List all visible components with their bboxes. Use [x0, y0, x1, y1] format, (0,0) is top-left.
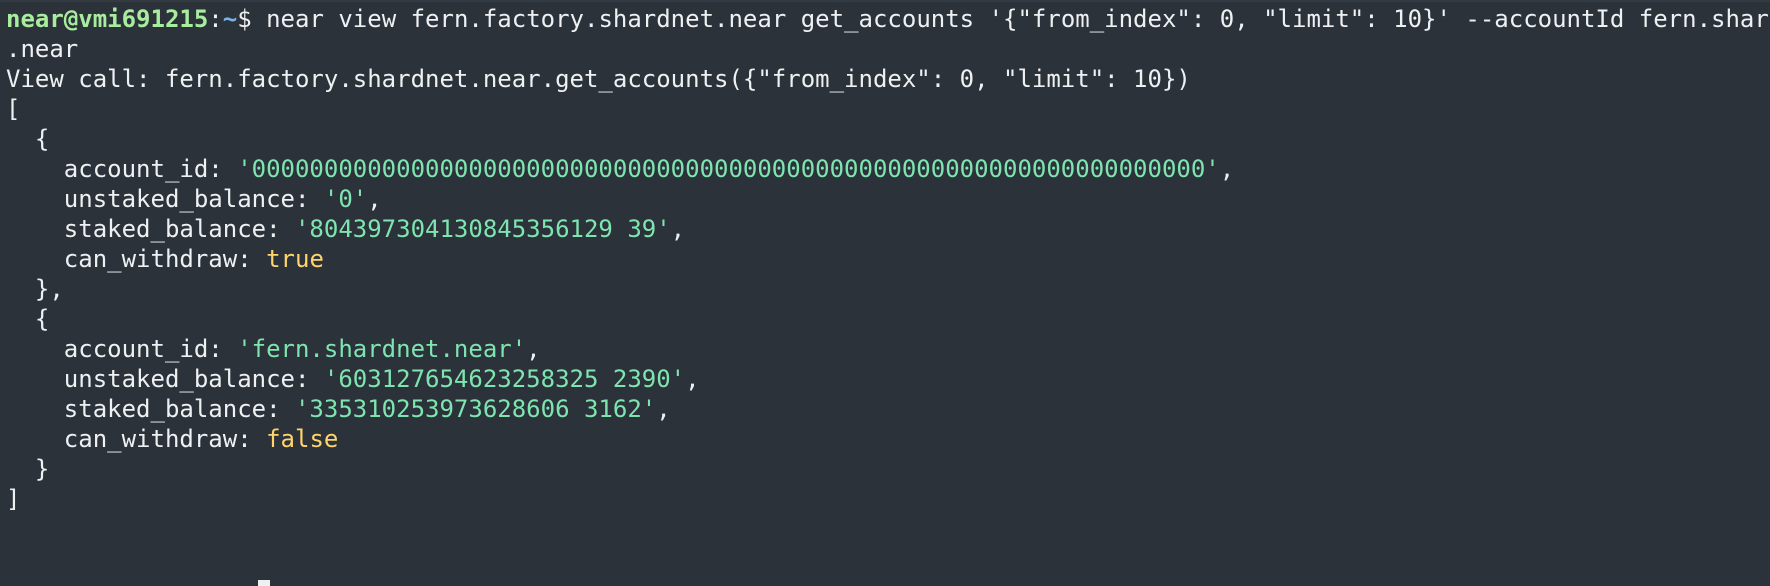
unstaked-balance-key: unstaked_balance: — [6, 365, 324, 393]
prompt-path: ~ — [222, 5, 238, 33]
prompt-user-host: near@vmi691215 — [6, 5, 209, 33]
comma: , — [670, 215, 686, 243]
staked-balance-key: staked_balance: — [6, 215, 295, 243]
staked-balance-line: staked_balance: '335310253973628606 3162… — [6, 392, 671, 426]
account-close-brace: } — [6, 455, 50, 483]
can-withdraw-key: can_withdraw: — [6, 425, 267, 453]
terminal-window[interactable]: near@vmi691215:~$ near view fern.factory… — [0, 0, 1770, 586]
command-wrap-line: .near — [6, 35, 79, 63]
view-call-line: View call: fern.factory.shardnet.near.ge… — [6, 65, 1191, 93]
command-text: near view fern.factory.shardnet.near get… — [251, 5, 1770, 33]
can-withdraw-key: can_withdraw: — [6, 245, 267, 273]
account-id-key: account_id: — [6, 155, 238, 183]
account-close-brace: }, — [6, 275, 64, 303]
unstaked-balance-value: '603127654623258325 2390' — [323, 365, 686, 393]
staked-balance-value: '335310253973628606 3162' — [294, 395, 657, 423]
prompt-separator: : — [208, 5, 223, 33]
account-id-key: account_id: — [6, 335, 238, 363]
can-withdraw-line: can_withdraw: true — [6, 242, 324, 276]
comma: , — [367, 185, 382, 213]
terminal-cursor — [258, 580, 270, 586]
open-bracket: [ — [6, 95, 21, 123]
unstaked-balance-key: unstaked_balance: — [6, 185, 324, 213]
unstaked-balance-line: unstaked_balance: '0', — [6, 182, 382, 216]
account-open-brace: { — [6, 125, 50, 153]
comma: , — [526, 335, 541, 363]
unstaked-balance-value: '0' — [323, 185, 368, 213]
account-open-brace: { — [6, 305, 50, 333]
comma: , — [685, 365, 700, 393]
can-withdraw-line: can_withdraw: false — [6, 422, 339, 456]
account-id-line: account_id: 'fern.shardnet.near', — [6, 332, 541, 366]
command-line: near@vmi691215:~$ near view fern.factory… — [6, 2, 1770, 36]
staked-balance-value: '804397304130845356129 39' — [294, 215, 671, 243]
comma: , — [656, 395, 671, 423]
prompt-dollar: $ — [237, 5, 252, 33]
unstaked-balance-line: unstaked_balance: '603127654623258325 23… — [6, 362, 700, 396]
can-withdraw-value: false — [266, 425, 339, 453]
staked-balance-key: staked_balance: — [6, 395, 295, 423]
account-id-value: '000000000000000000000000000000000000000… — [237, 155, 1220, 183]
account-id-value: 'fern.shardnet.near' — [237, 335, 527, 363]
comma: , — [1219, 155, 1235, 183]
close-bracket: ] — [6, 485, 21, 513]
can-withdraw-value: true — [266, 245, 324, 273]
staked-balance-line: staked_balance: '804397304130845356129 3… — [6, 212, 685, 246]
account-id-line: account_id: '000000000000000000000000000… — [6, 152, 1234, 186]
